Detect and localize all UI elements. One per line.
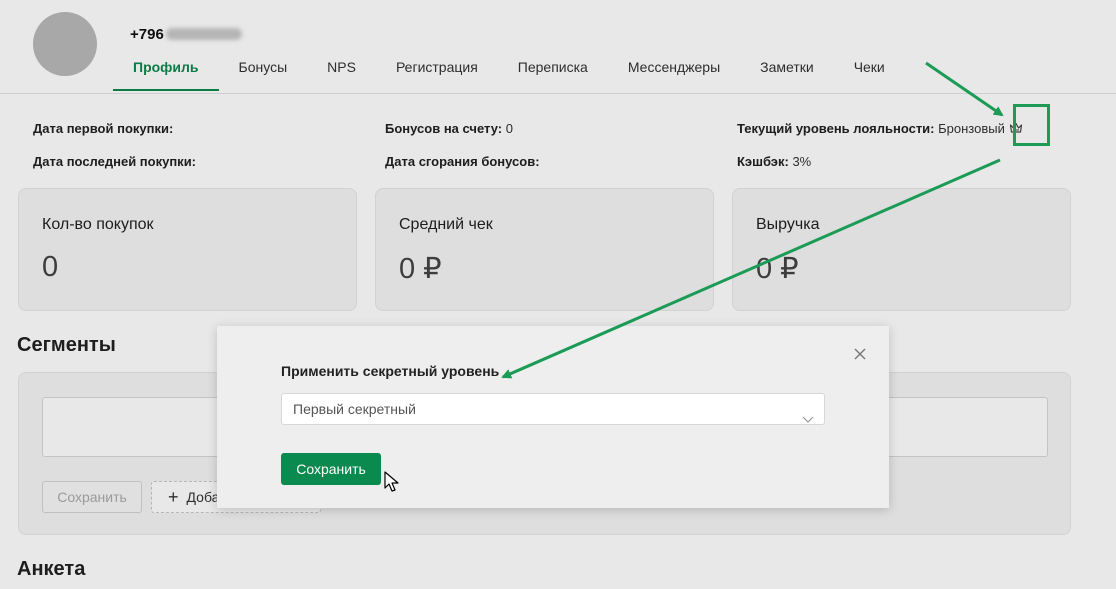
annotation-highlight-box [1013,104,1050,146]
modal-title: Применить секретный уровень [281,363,500,379]
secret-level-selected-value: Первый секретный [293,401,416,417]
chevron-down-icon [802,404,814,423]
secret-level-modal: Применить секретный уровень Первый секре… [217,326,889,508]
secret-level-select[interactable]: Первый секретный [281,393,825,425]
close-icon[interactable] [850,344,870,364]
cursor-icon [384,471,400,493]
modal-save-button[interactable]: Сохранить [281,453,381,485]
